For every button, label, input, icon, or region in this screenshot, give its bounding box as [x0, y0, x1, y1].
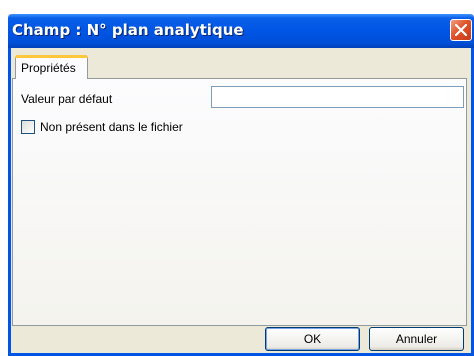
ok-button[interactable]: OK: [265, 327, 360, 351]
window-title: Champ : N° plan analytique: [12, 21, 244, 39]
default-value-label: Valeur par défaut: [21, 92, 113, 106]
tab-panel-properties: [12, 78, 467, 326]
close-icon: [455, 24, 467, 36]
tab-label: Propriétés: [21, 61, 76, 75]
default-value-input[interactable]: [211, 86, 464, 108]
tab-properties[interactable]: Propriétés: [15, 55, 88, 79]
not-in-file-label[interactable]: Non présent dans le fichier: [40, 120, 183, 134]
close-button[interactable]: [450, 19, 472, 41]
dialog-window: Champ : N° plan analytique Propriétés Va…: [8, 14, 474, 356]
not-in-file-checkbox[interactable]: [21, 120, 35, 134]
cancel-button[interactable]: Annuler: [369, 327, 464, 351]
title-bar[interactable]: Champ : N° plan analytique: [8, 14, 474, 48]
